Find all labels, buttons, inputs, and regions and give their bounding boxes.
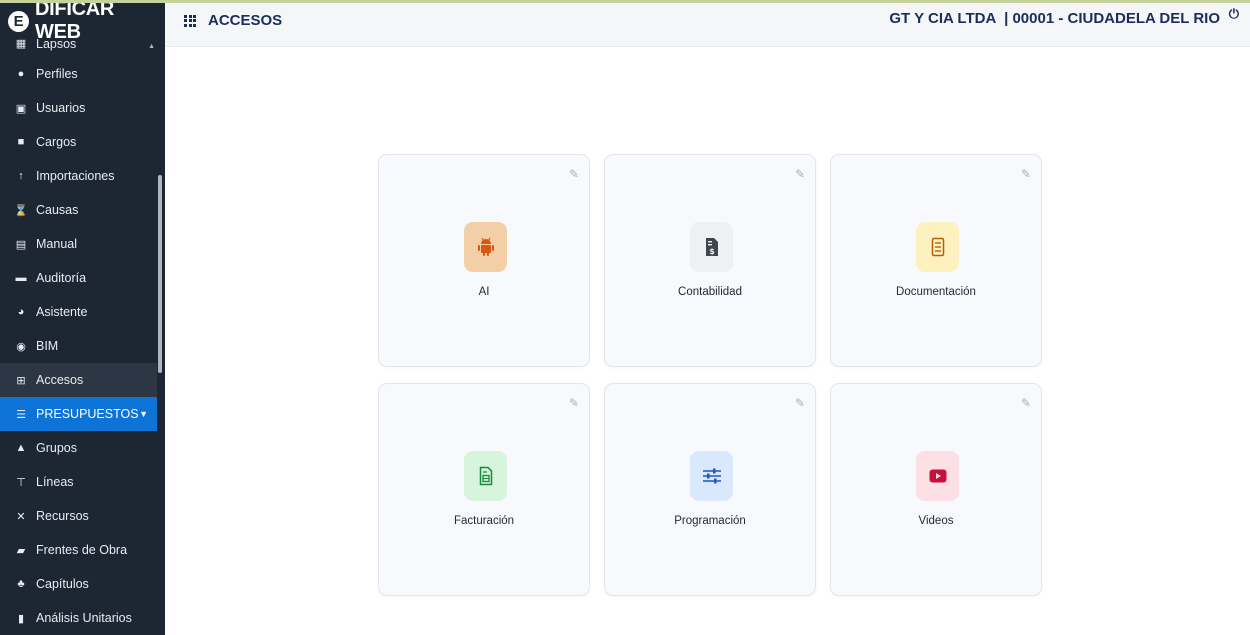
sidebar: E DIFICAR WEB ▦ Lapsos ▲ ● Perfiles ▣ Us… xyxy=(0,3,165,635)
youtube-icon xyxy=(929,469,946,483)
sidebar-item-label: Lapsos xyxy=(36,37,77,51)
power-icon[interactable]: ⏻ xyxy=(1229,6,1239,22)
card-documentacion[interactable]: ✎ Documentación xyxy=(830,154,1042,367)
user-icon: ● xyxy=(17,68,25,80)
sidebar-item-label: Cargos xyxy=(36,135,77,149)
folder-icon: ▰ xyxy=(16,544,26,557)
sidebar-item-label: BIM xyxy=(36,339,59,353)
sidebar-item-label: Manual xyxy=(36,237,77,251)
brand[interactable]: E DIFICAR WEB xyxy=(0,3,165,43)
edit-pencil-icon[interactable]: ✎ xyxy=(795,167,805,181)
sidebar-item-analisis-unitarios[interactable]: ▮ Análisis Unitarios xyxy=(0,601,157,635)
card-ai[interactable]: ✎ AI xyxy=(378,154,590,367)
hourglass-icon: ⌛ xyxy=(14,204,28,217)
sidebar-item-usuarios[interactable]: ▣ Usuarios xyxy=(0,91,157,125)
sidebar-section-presupuestos[interactable]: ☰ PRESUPUESTOS ▼ xyxy=(0,397,157,431)
sidebar-item-label: PRESUPUESTOS xyxy=(36,407,139,421)
bookmark-icon: ▮ xyxy=(17,612,25,625)
sidebar-item-perfiles[interactable]: ● Perfiles xyxy=(0,57,157,91)
invoice-dollar-icon: $ xyxy=(705,238,718,256)
sidebar-item-label: Auditoría xyxy=(36,271,87,285)
arrow-up-icon: ↑ xyxy=(18,170,24,182)
sidebar-item-label: Perfiles xyxy=(36,67,78,81)
sitemap-icon: ♣ xyxy=(17,578,25,590)
document-icon xyxy=(931,237,944,257)
card-label: Documentación xyxy=(896,286,976,298)
card-icon-tile xyxy=(916,451,959,501)
card-programacion[interactable]: ✎ Programación xyxy=(604,383,816,596)
edit-pencil-icon[interactable]: ✎ xyxy=(569,167,579,181)
card-facturacion[interactable]: ✎ Facturación xyxy=(378,383,590,596)
group-icon: ▲ xyxy=(15,442,27,454)
sidebar-item-recursos[interactable]: ✕ Recursos xyxy=(0,499,157,533)
page-title: ACCESOS xyxy=(184,12,282,29)
card-label: AI xyxy=(478,286,490,298)
sidebar-item-label: Recursos xyxy=(36,509,89,523)
sidebar-item-label: Causas xyxy=(36,203,79,217)
edit-pencil-icon[interactable]: ✎ xyxy=(1021,167,1031,181)
sidebar-item-grupos[interactable]: ▲ Grupos xyxy=(0,431,157,465)
card-contabilidad[interactable]: ✎ $ Contabilidad xyxy=(604,154,816,367)
edit-pencil-icon[interactable]: ✎ xyxy=(795,396,805,410)
sidebar-item-auditoria[interactable]: ▬ Auditoría xyxy=(0,261,157,295)
card-icon-tile xyxy=(464,222,507,272)
card-label: Videos xyxy=(918,515,954,527)
receipt-icon xyxy=(479,466,492,486)
top-header: ACCESOS GT Y CIA LTDA | 00001 - CIUDADEL… xyxy=(165,3,1250,47)
sidebar-item-asistente[interactable]: ◕ Asistente xyxy=(0,295,157,329)
archive-icon: ▬ xyxy=(15,272,27,284)
sidebar-item-label: Grupos xyxy=(36,441,77,455)
hierarchy-icon: ⊤ xyxy=(16,476,26,489)
company-project-label[interactable]: GT Y CIA LTDA | 00001 - CIUDADELA DEL RI… xyxy=(889,10,1220,27)
sidebar-menu: ▦ Lapsos ▲ ● Perfiles ▣ Usuarios ■ Cargo… xyxy=(0,37,157,635)
edit-pencil-icon[interactable]: ✎ xyxy=(1021,396,1031,410)
list-icon: ☰ xyxy=(16,408,26,421)
sidebar-item-importaciones[interactable]: ↑ Importaciones xyxy=(0,159,157,193)
sidebar-item-label: Frentes de Obra xyxy=(36,543,128,557)
sidebar-item-label: Importaciones xyxy=(36,169,115,183)
card-label: Programación xyxy=(674,515,746,527)
sidebar-item-label: Análisis Unitarios xyxy=(36,611,132,625)
card-icon-tile: $ xyxy=(690,222,733,272)
sidebar-item-accesos[interactable]: ⊞ Accesos xyxy=(0,363,157,397)
sidebar-item-cargos[interactable]: ■ Cargos xyxy=(0,125,157,159)
sidebar-item-label: Asistente xyxy=(36,305,88,319)
apps-icon: ⊞ xyxy=(16,374,26,387)
page-title-text: ACCESOS xyxy=(208,12,283,29)
grid-icon xyxy=(184,14,196,27)
calendar-icon: ▦ xyxy=(15,38,27,50)
tools-icon: ✕ xyxy=(16,510,26,523)
card-videos[interactable]: ✎ Videos xyxy=(830,383,1042,596)
sliders-icon xyxy=(702,468,721,484)
chevron-down-icon: ▼ xyxy=(139,409,148,419)
card-icon-tile xyxy=(690,451,733,501)
id-card-icon: ▣ xyxy=(15,102,27,115)
sidebar-item-label: Capítulos xyxy=(36,577,89,591)
briefcase-icon: ■ xyxy=(17,136,25,148)
edit-pencil-icon[interactable]: ✎ xyxy=(569,396,579,410)
card-label: Contabilidad xyxy=(678,286,742,298)
scroll-up-caret-icon[interactable]: ▲ xyxy=(148,43,155,50)
card-icon-tile xyxy=(464,451,507,501)
sidebar-item-causas[interactable]: ⌛ Causas xyxy=(0,193,157,227)
sidebar-item-capitulos[interactable]: ♣ Capítulos xyxy=(0,567,157,601)
sidebar-item-frentes-de-obra[interactable]: ▰ Frentes de Obra xyxy=(0,533,157,567)
card-label: Facturación xyxy=(453,515,515,527)
sidebar-item-lineas[interactable]: ⊤ Líneas xyxy=(0,465,157,499)
sidebar-item-label: Usuarios xyxy=(36,101,86,115)
sidebar-item-label: Líneas xyxy=(36,475,74,489)
sidebar-item-lapsos[interactable]: ▦ Lapsos ▲ xyxy=(0,37,157,57)
sidebar-item-manual[interactable]: ▤ Manual xyxy=(0,227,157,261)
sidebar-item-bim[interactable]: ◉ BIM xyxy=(0,329,157,363)
brand-logo-icon: E xyxy=(8,10,29,32)
chat-icon: ◕ xyxy=(17,306,25,318)
svg-text:$: $ xyxy=(709,247,715,256)
cube-icon: ◉ xyxy=(16,340,26,353)
sidebar-scrollbar[interactable] xyxy=(158,175,162,373)
card-icon-tile xyxy=(916,222,959,272)
sidebar-item-label: Accesos xyxy=(36,373,84,387)
book-icon: ▤ xyxy=(15,238,27,251)
android-icon xyxy=(477,237,494,256)
